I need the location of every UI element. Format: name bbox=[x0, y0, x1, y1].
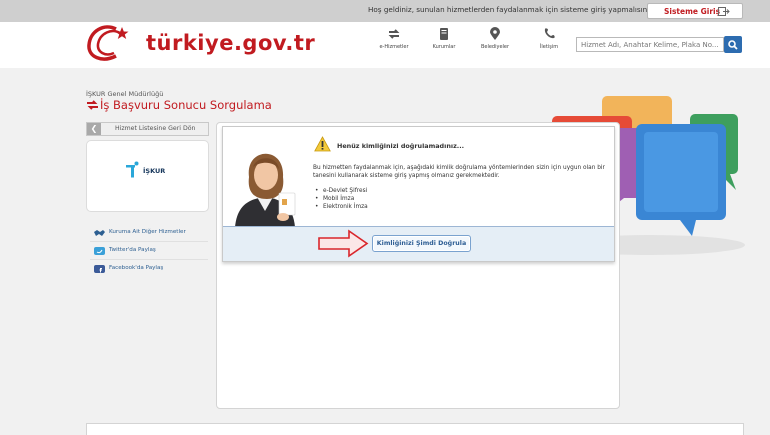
search-input[interactable] bbox=[576, 37, 724, 52]
nav-iletisim[interactable]: İletişim bbox=[524, 27, 574, 50]
nav-label: Kurumlar bbox=[432, 44, 456, 50]
twitter-share-link[interactable]: Twitter'da Paylaş bbox=[94, 245, 209, 259]
handshake-icon bbox=[94, 230, 105, 236]
phone-icon bbox=[544, 28, 555, 39]
link-label: Facebook'da Paylaş bbox=[109, 265, 164, 271]
back-button-label: Hizmet Listesine Geri Dön bbox=[115, 125, 196, 132]
top-bar: Hoş geldiniz, sunulan hizmetlerden fayda… bbox=[0, 0, 770, 22]
woman-holding-id-card-image bbox=[235, 153, 296, 227]
back-to-services-button[interactable]: ❮ Hizmet Listesine Geri Dön bbox=[86, 122, 209, 136]
authentication-methods-list: e-Devlet Şifresi Mobil İmza Elektronik İ… bbox=[313, 187, 368, 212]
service-title-icon bbox=[87, 100, 98, 110]
verify-button-label: Kimliğinizi Şimdi Doğrula bbox=[376, 240, 467, 247]
facebook-share-link[interactable]: Facebook'da Paylaş bbox=[94, 263, 209, 277]
search-icon bbox=[728, 40, 738, 50]
footer-panel bbox=[86, 423, 744, 435]
iskur-logo-text: İŞKUR bbox=[143, 167, 166, 175]
divider bbox=[90, 241, 208, 242]
login-icon bbox=[718, 7, 730, 16]
nav-e-hizmetler[interactable]: e-Hizmetler bbox=[369, 27, 419, 50]
turkiye-logo-icon[interactable] bbox=[86, 23, 130, 63]
book-icon bbox=[440, 28, 448, 40]
location-pin-icon bbox=[490, 27, 500, 40]
link-label: Twitter'da Paylaş bbox=[109, 247, 156, 253]
authentication-notice: Henüz kimliğinizi doğrulamadınız... Bu h… bbox=[222, 126, 615, 262]
nav-label: e-Hizmetler bbox=[379, 44, 409, 50]
organization-name: İŞKUR Genel Müdürlüğü bbox=[86, 90, 164, 98]
divider bbox=[90, 259, 208, 260]
list-item: Elektronik İmza bbox=[313, 203, 368, 211]
site-header: türkiye.gov.tr e-Hizmetler Kurumlar Bele… bbox=[0, 22, 770, 68]
chevron-left-icon: ❮ bbox=[87, 123, 101, 135]
nav-kurumlar[interactable]: Kurumlar bbox=[419, 27, 469, 50]
arrow-right-icon bbox=[318, 229, 369, 258]
nav-belediyeler[interactable]: Belediyeler bbox=[470, 27, 520, 50]
institution-logo-card: İŞKUR bbox=[86, 140, 209, 212]
list-item: e-Devlet Şifresi bbox=[313, 187, 368, 195]
link-label: Kuruma Ait Diğer Hizmetler bbox=[109, 229, 186, 235]
list-item: Mobil İmza bbox=[313, 195, 368, 203]
search-button[interactable] bbox=[724, 36, 742, 53]
twitter-icon bbox=[94, 247, 105, 255]
facebook-icon bbox=[94, 265, 105, 273]
services-icon bbox=[388, 29, 400, 39]
warning-icon bbox=[314, 136, 331, 152]
login-button-label: Sisteme Giriş bbox=[664, 7, 721, 16]
notice-text: Bu hizmetten faydalanmak için, aşağıdaki… bbox=[313, 165, 605, 179]
other-services-link[interactable]: Kuruma Ait Diğer Hizmetler bbox=[94, 227, 209, 241]
login-button[interactable]: Sisteme Giriş bbox=[647, 3, 743, 19]
welcome-message: Hoş geldiniz, sunulan hizmetlerden fayda… bbox=[368, 5, 656, 14]
nav-label: İletişim bbox=[539, 44, 559, 50]
notice-title: Henüz kimliğinizi doğrulamadınız... bbox=[337, 142, 465, 150]
nav-label: Belediyeler bbox=[480, 44, 510, 50]
iskur-logo-icon bbox=[126, 161, 139, 178]
verify-identity-button[interactable]: Kimliğinizi Şimdi Doğrula bbox=[372, 235, 471, 252]
page-title: İş Başvuru Sonucu Sorgulama bbox=[100, 98, 272, 112]
site-logo-text[interactable]: türkiye.gov.tr bbox=[146, 31, 315, 55]
